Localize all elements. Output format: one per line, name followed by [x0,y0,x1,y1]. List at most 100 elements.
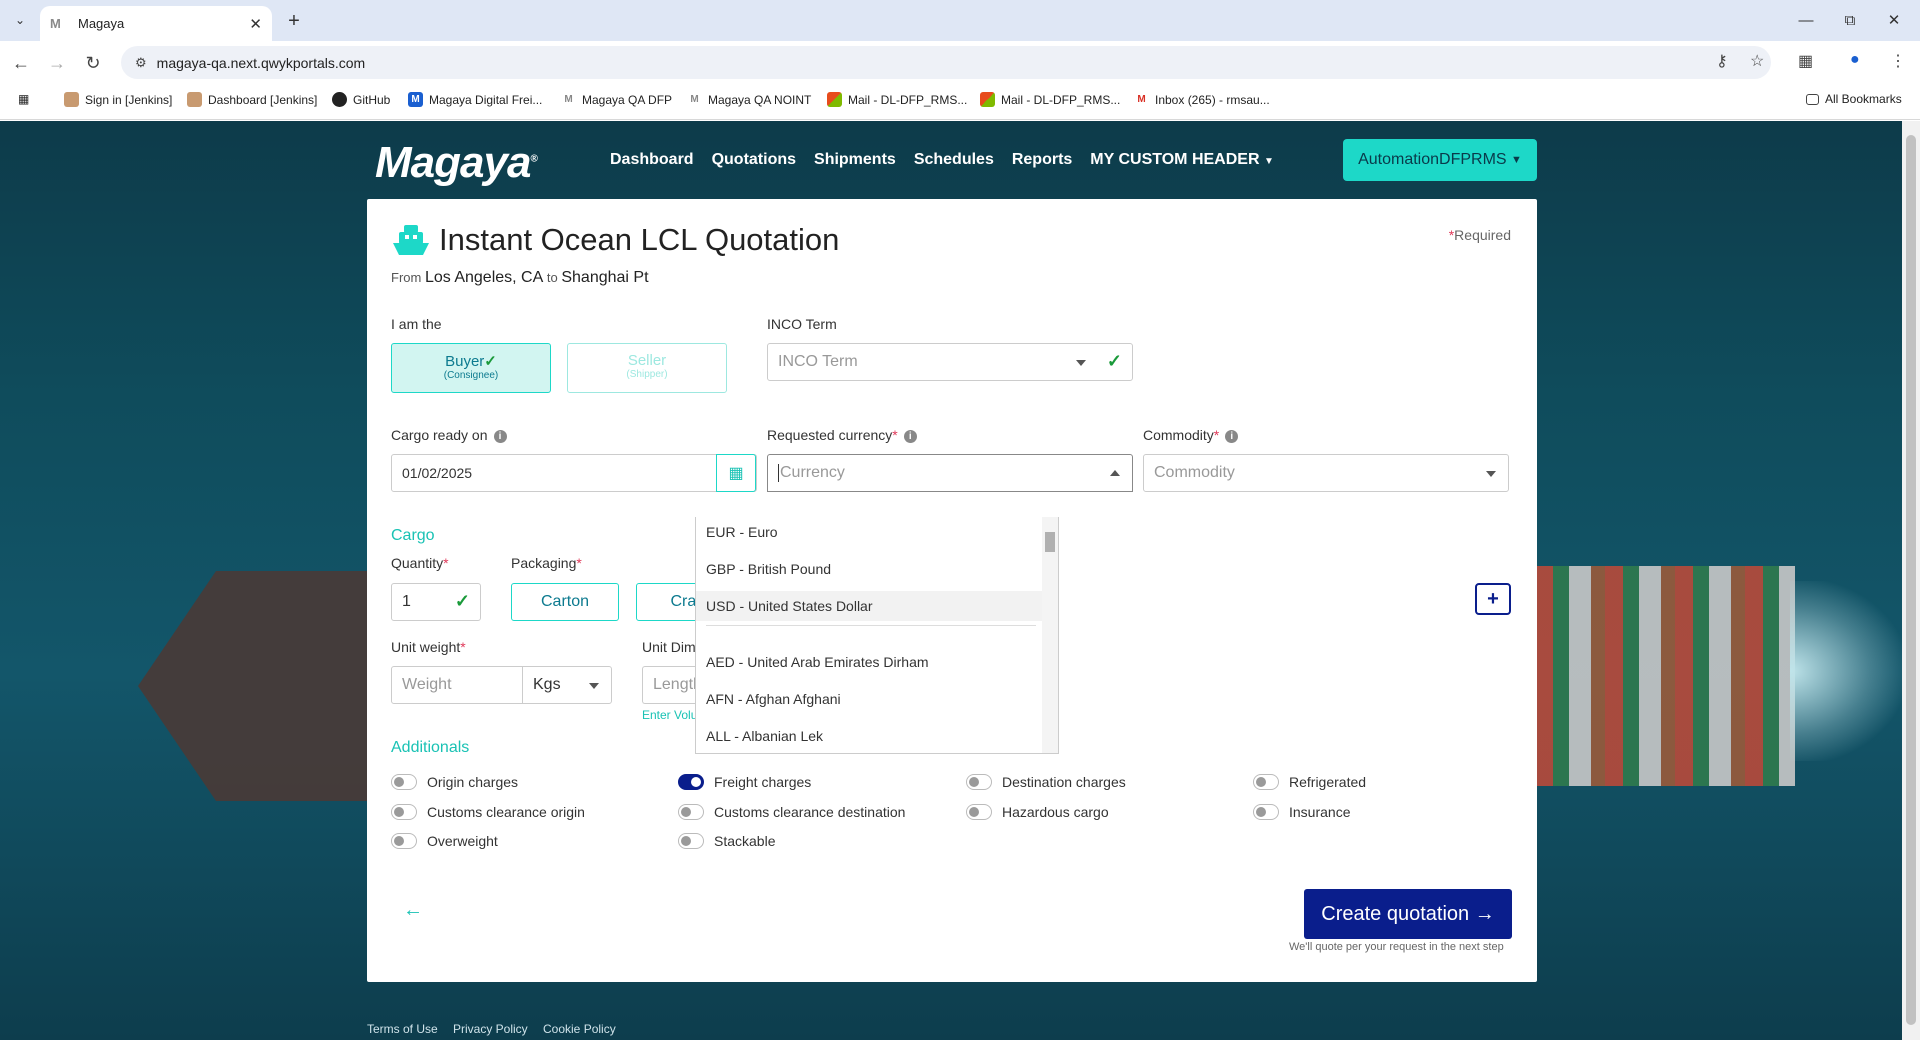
reload-icon[interactable]: ↻ [80,50,106,76]
buyer-sublabel: (Consignee) [443,370,499,381]
customs-origin-toggle[interactable] [391,804,417,820]
bookmark-label: Mail - DL-DFP_RMS... [848,92,968,107]
bookmark-item[interactable]: M Magaya QA DFP [561,92,672,107]
bookmark-item[interactable]: M Magaya Digital Frei... [408,92,542,107]
site-settings-icon[interactable]: ⚙ [135,55,147,71]
freight-charges-label: Freight charges [714,774,812,790]
create-quotation-button[interactable]: Create quotation → [1304,889,1512,939]
magaya-icon: M [687,92,702,107]
inco-term-select[interactable]: INCO Term ✓ [767,343,1133,381]
new-tab-icon[interactable]: + [282,9,306,33]
cargo-ready-date-input[interactable]: 01/02/2025 ▦ [391,454,757,492]
nav-custom-header-label: MY CUSTOM HEADER [1090,151,1260,168]
destination-charges-toggle[interactable] [966,774,992,790]
footer-terms-link[interactable]: Terms of Use [367,1022,438,1036]
currency-option[interactable]: GBP - British Pound [696,554,1044,584]
nav-shipments[interactable]: Shipments [814,151,896,169]
tab-close-icon[interactable]: ✕ [249,15,262,33]
currency-label: Requested currency* i [767,427,917,443]
back-icon[interactable]: ← [8,50,34,76]
browser-tab[interactable]: M Magaya ✕ [40,6,272,41]
hazardous-cargo-toggle[interactable] [966,804,992,820]
packaging-carton-button[interactable]: Carton [511,583,619,621]
address-bar[interactable]: ⚙ magaya-qa.next.qwykportals.com [121,46,1771,79]
magaya-logo[interactable]: Magaya® [375,138,538,188]
weight-unit-select[interactable]: Kgs [522,666,612,704]
all-bookmarks[interactable]: All Bookmarks [1806,92,1902,106]
nav-quotations[interactable]: Quotations [712,151,796,169]
quantity-input[interactable]: 1 ✓ [391,583,481,621]
restore-icon[interactable]: ⧉ [1830,8,1870,32]
route-origin: Los Angeles, CA [424,269,544,286]
page-scrollbar[interactable] [1902,121,1920,1040]
bookmark-item[interactable]: Mail - DL-DFP_RMS... [827,92,967,107]
nav-schedules[interactable]: Schedules [914,151,994,169]
bookmark-item[interactable]: Mail - DL-DFP_RMS... [980,92,1120,107]
extensions-icon[interactable]: ▦ [1798,51,1813,71]
jenkins-icon [64,92,79,107]
calendar-icon[interactable]: ▦ [716,454,756,492]
currency-select[interactable]: Currency [767,454,1133,492]
seller-button[interactable]: Seller (Shipper) [567,343,727,393]
info-icon[interactable]: i [493,430,507,443]
user-menu-button[interactable]: AutomationDFPRMS ▼ [1343,139,1537,181]
tab-search-chevron-icon[interactable]: ⌄ [8,9,32,31]
dropdown-scrollbar-thumb[interactable] [1045,532,1055,552]
buyer-button[interactable]: Buyer✓ (Consignee) [391,343,551,393]
bookmark-star-icon[interactable]: ☆ [1750,51,1764,71]
cargo-ready-date-value: 01/02/2025 [402,465,473,481]
currency-option[interactable]: AFN - Afghan Afghani [696,684,1044,714]
stackable-toggle[interactable] [678,833,704,849]
commodity-placeholder: Commodity [1154,464,1235,481]
freight-charges-toggle[interactable] [678,774,704,790]
insurance-toggle[interactable] [1253,804,1279,820]
profile-avatar-icon[interactable]: ● [1850,51,1860,69]
ship-image-right [1535,566,1795,786]
magaya-favicon-icon: M [50,16,61,31]
password-key-icon[interactable]: ⚷ [1716,51,1728,71]
refrigerated-toggle[interactable] [1253,774,1279,790]
nav-dashboard[interactable]: Dashboard [610,151,694,169]
weight-input[interactable]: Weight [391,666,523,704]
currency-option[interactable]: AED - United Arab Emirates Dirham [696,647,1044,677]
browser-menu-icon[interactable]: ⋮ [1890,51,1906,71]
page-scrollbar-thumb[interactable] [1906,135,1916,1025]
bookmark-label: Magaya QA NOINT [708,92,812,107]
dropdown-scrollbar[interactable] [1042,517,1058,753]
nav-reports[interactable]: Reports [1012,151,1072,169]
magaya-icon: M [561,92,576,107]
bookmark-item[interactable]: M Magaya QA NOINT [687,92,811,107]
check-icon: ✓ [484,353,497,370]
origin-charges-toggle[interactable] [391,774,417,790]
add-cargo-button[interactable]: + [1475,583,1511,615]
bookmark-item[interactable]: Sign in [Jenkins] [64,92,172,107]
seller-sublabel: (Shipper) [626,369,668,380]
customs-destination-toggle[interactable] [678,804,704,820]
apps-grid-icon[interactable]: ▦ [18,92,29,106]
cargo-ready-label: Cargo ready on i [391,427,507,443]
check-icon: ✓ [454,591,470,611]
currency-option-highlighted[interactable]: USD - United States Dollar [696,591,1044,621]
back-arrow-icon[interactable]: ← [403,899,423,922]
customs-origin-label: Customs clearance origin [427,804,585,820]
info-icon[interactable]: i [1225,430,1239,443]
footer-cookie-link[interactable]: Cookie Policy [543,1022,616,1036]
currency-option[interactable]: EUR - Euro [696,517,1044,547]
inco-term-label: INCO Term [767,316,837,332]
info-icon[interactable]: i [903,430,917,443]
bookmark-label: Dashboard [Jenkins] [208,92,318,107]
commodity-label-text: Commodity [1143,427,1214,443]
bookmark-item[interactable]: M Inbox (265) - rmsau... [1134,92,1270,107]
overweight-toggle[interactable] [391,833,417,849]
bookmark-item[interactable]: GitHub [332,92,390,107]
currency-option[interactable]: ALL - Albanian Lek [696,721,1044,751]
window-close-icon[interactable]: ✕ [1874,8,1914,32]
page-background: Magaya® Dashboard Quotations Shipments S… [0,121,1902,1040]
forward-icon[interactable]: → [44,50,70,76]
nav-custom-header[interactable]: MY CUSTOM HEADER ▼ [1090,151,1274,169]
footer-privacy-link[interactable]: Privacy Policy [453,1022,528,1036]
bookmark-item[interactable]: Dashboard [Jenkins] [187,92,317,107]
route-destination: Shanghai Pt [561,269,649,286]
commodity-select[interactable]: Commodity [1143,454,1509,492]
minimize-icon[interactable]: — [1786,8,1826,32]
